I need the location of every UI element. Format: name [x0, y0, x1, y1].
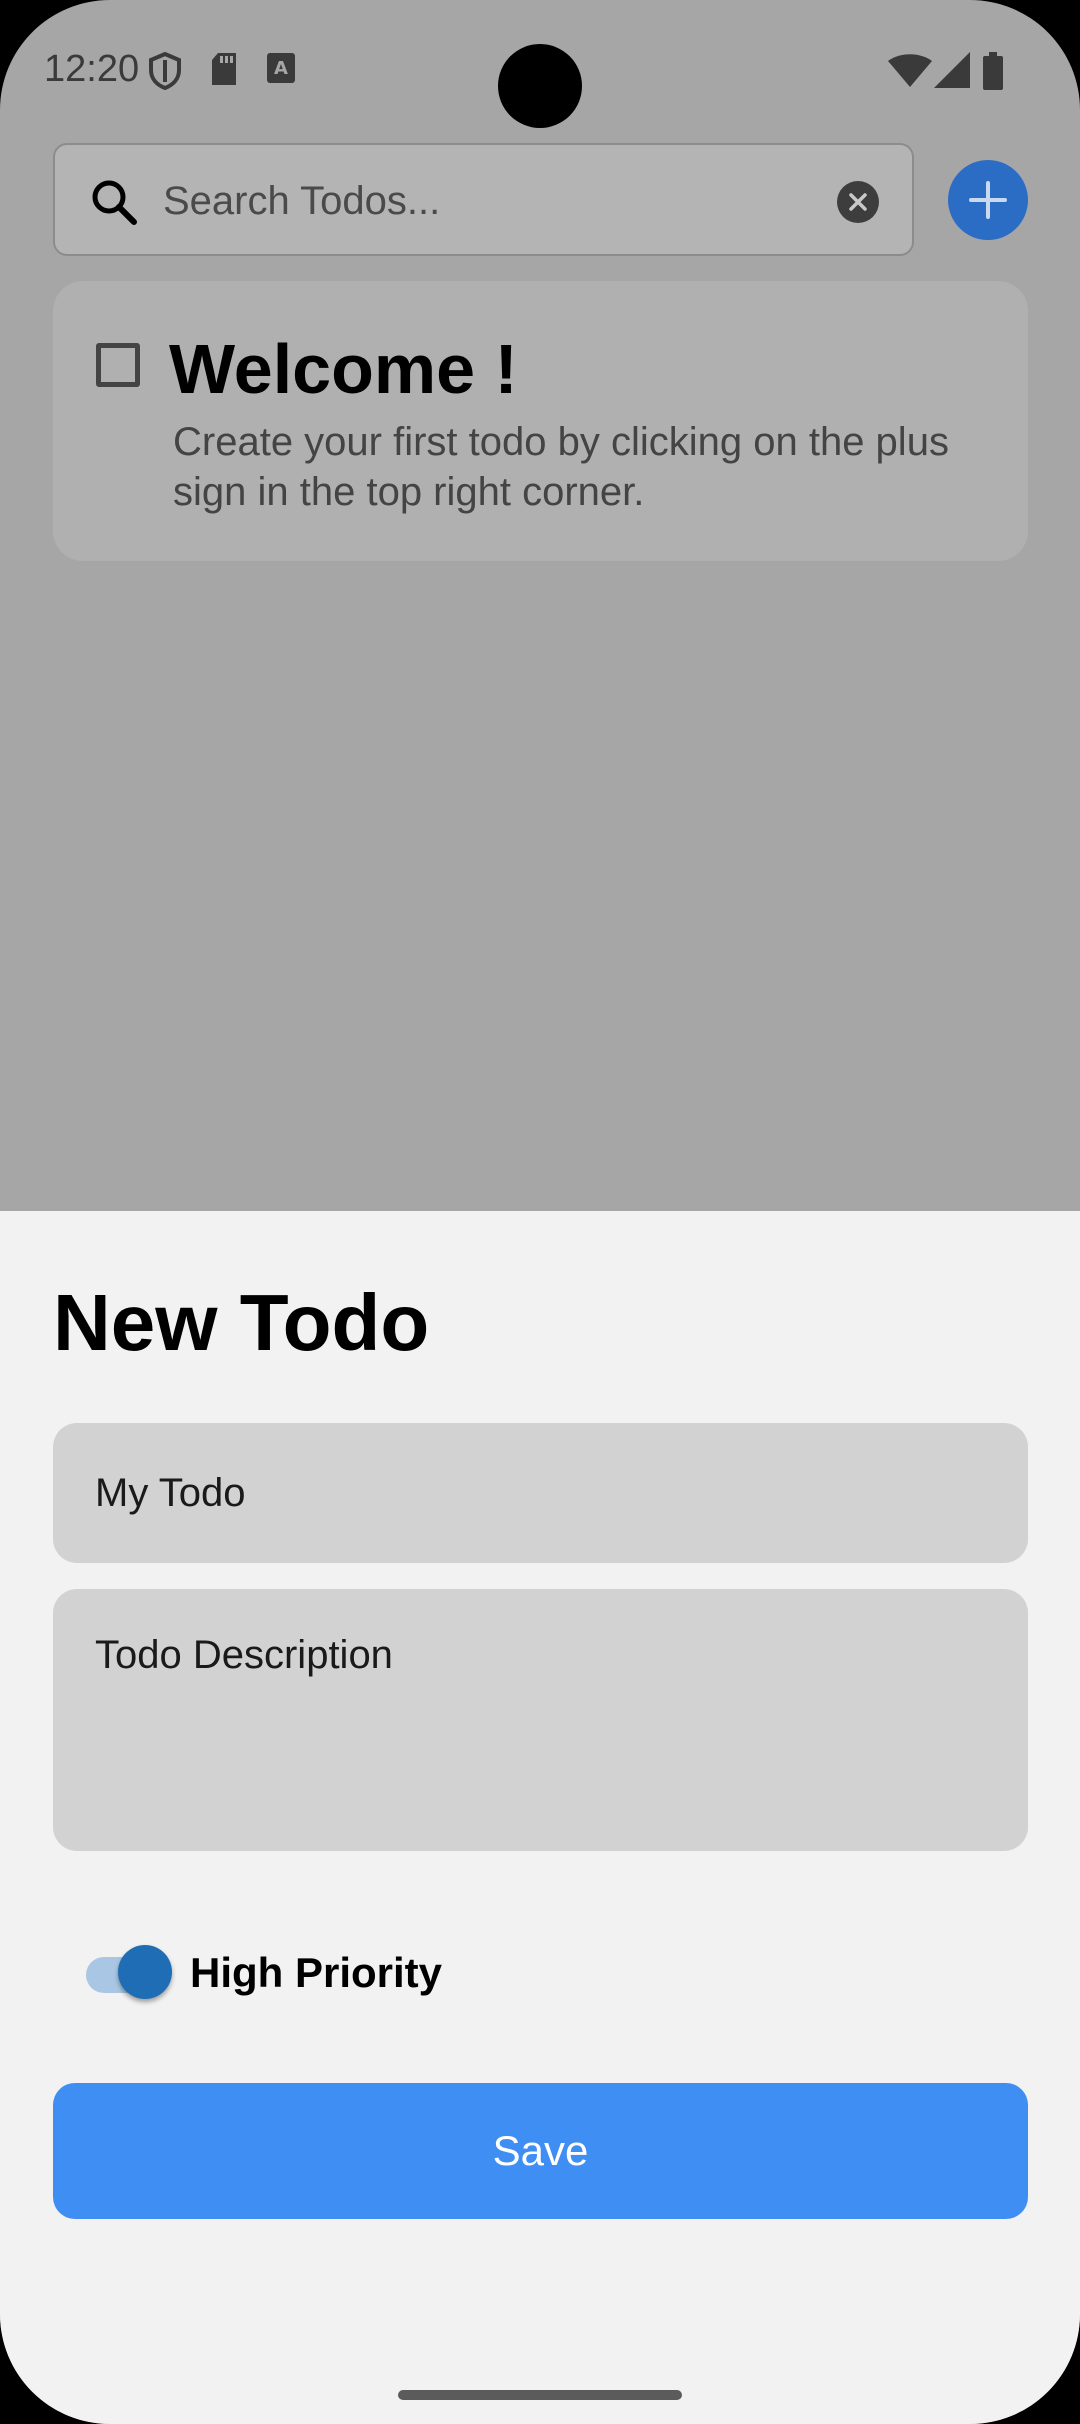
camera-cutout: [498, 44, 582, 128]
todo-title: Welcome !: [169, 330, 518, 408]
new-todo-sheet: New Todo High Priority Save: [0, 1211, 1080, 2424]
signal-icon: [934, 52, 970, 93]
status-time: 12:20: [44, 48, 140, 90]
close-icon: [849, 193, 867, 211]
search-icon: [91, 179, 137, 230]
sheet-title: New Todo: [53, 1278, 430, 1367]
battery-icon: [982, 52, 1004, 95]
svg-text:A: A: [274, 58, 288, 79]
high-priority-toggle[interactable]: [86, 1941, 172, 2003]
search-input[interactable]: [161, 167, 845, 235]
todo-description: Create your first todo by clicking on th…: [173, 420, 949, 514]
clear-search-button[interactable]: [837, 181, 879, 223]
home-indicator[interactable]: [398, 2390, 682, 2400]
high-priority-label: High Priority: [190, 1949, 443, 1996]
shield-icon: [148, 51, 182, 95]
add-todo-button[interactable]: [948, 160, 1028, 240]
welcome-todo-card[interactable]: Welcome ! Create your first todo by clic…: [53, 281, 1028, 561]
todo-description-input[interactable]: [53, 1589, 1028, 1851]
sd-card-icon: [210, 52, 238, 91]
phone-screen: 12:20 A Welcome !: [0, 0, 1080, 2424]
toggle-knob: [118, 1945, 172, 1999]
keyboard-a-icon: A: [266, 52, 296, 89]
search-bar: [53, 143, 914, 256]
save-button[interactable]: Save: [53, 2083, 1028, 2219]
plus-icon: [969, 181, 1007, 219]
status-bar: 12:20 A: [0, 0, 1080, 140]
todo-checkbox[interactable]: [96, 343, 140, 387]
wifi-icon: [888, 54, 932, 93]
todo-title-input[interactable]: [53, 1423, 1028, 1563]
